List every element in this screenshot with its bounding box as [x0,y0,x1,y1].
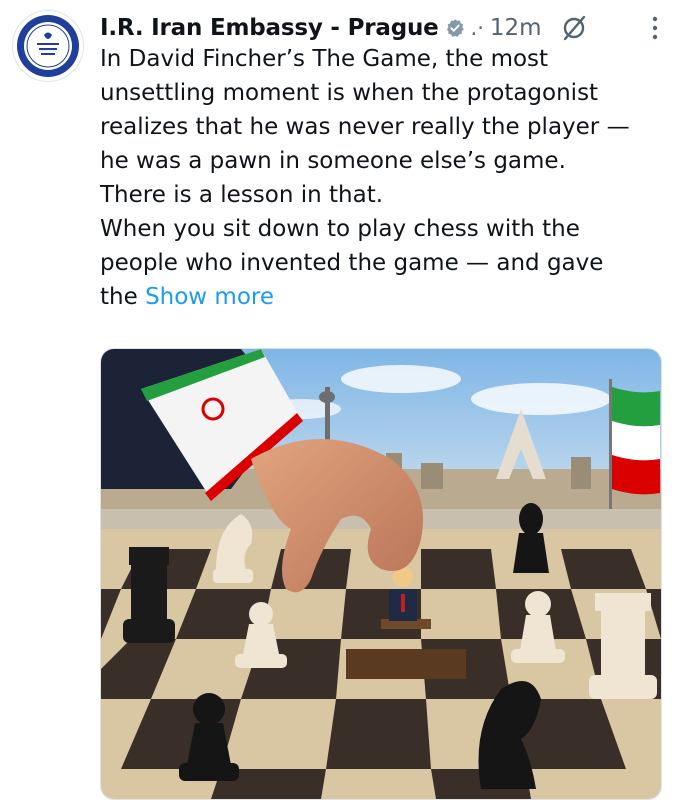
post-text-prefix: the [100,284,146,310]
avatar[interactable] [12,10,84,82]
grok-icon[interactable] [560,13,590,43]
post-text-line: unsettling moment is when the protagonis… [100,80,599,106]
post-text-line: realizes that he was never really the pl… [100,114,630,140]
show-more-link[interactable]: Show more [145,284,274,310]
author-name[interactable]: I.R. Iran Embassy - Prague [100,15,439,41]
post-text: In David Fincher’s The Game, the most un… [100,42,665,314]
post-text-line: people who invented the game — and gave [100,250,604,276]
post-text-line: When you sit down to play chess with the [100,216,580,242]
post-text-line: he was a pawn in someone else’s game. [100,148,566,174]
embassy-emblem-icon [17,15,79,77]
post-image[interactable] [100,348,662,800]
more-options-icon[interactable] [648,14,662,42]
verified-badge-icon [446,19,464,37]
post-time[interactable]: 12m [490,15,542,41]
post-text-line: There is a lesson in that. [100,182,384,208]
post-text-last-line: the Show more [100,280,665,314]
post-text-line: In David Fincher’s The Game, the most [100,46,549,72]
separator: .· [470,16,484,40]
chess-illustration [101,349,661,799]
post-header: I.R. Iran Embassy - Prague .· 12m [100,10,662,46]
